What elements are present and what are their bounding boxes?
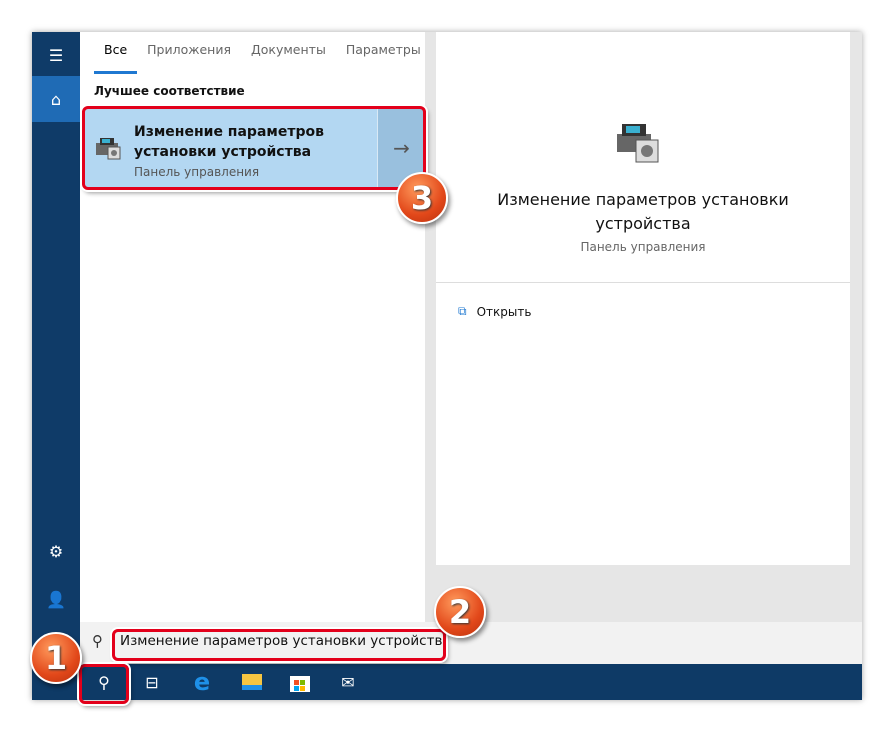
hamburger-icon[interactable]: ☰	[32, 32, 80, 78]
device-installation-large-icon	[614, 120, 664, 170]
edge-icon[interactable]: e	[178, 664, 226, 700]
settings-icon[interactable]: ⚙	[32, 528, 80, 574]
preview-title: Изменение параметров установки устройств…	[497, 190, 789, 233]
annotation-box-result	[82, 106, 426, 190]
store-icon[interactable]	[276, 664, 324, 700]
task-view-icon[interactable]: ⊟	[128, 664, 176, 700]
tabs: Все Приложения Документы Параметры	[80, 32, 425, 74]
sidebar: ☰ ⌂ ⚙ 👤	[32, 32, 80, 664]
annotation-badge-2: 2	[434, 586, 486, 638]
tab-documents[interactable]: Документы	[241, 32, 336, 74]
taskbar: ⚲ ⊟ e ✉	[32, 664, 862, 700]
open-icon: ⧉	[458, 304, 467, 318]
file-explorer-icon[interactable]	[228, 664, 276, 700]
annotation-box-search	[112, 629, 446, 661]
search-icon: ⚲	[92, 632, 103, 650]
home-icon[interactable]: ⌂	[32, 76, 80, 122]
annotation-badge-1: 1	[30, 632, 82, 684]
annotation-badge-3: 3	[396, 172, 448, 224]
mail-icon[interactable]: ✉	[324, 664, 372, 700]
preview-subtitle: Панель управления	[580, 240, 706, 254]
preview-pane: Изменение параметров установки устройств…	[436, 32, 850, 565]
tab-settings[interactable]: Параметры	[336, 32, 431, 74]
tab-all[interactable]: Все	[94, 32, 138, 74]
feedback-icon[interactable]: 👤	[32, 576, 80, 622]
annotation-box-search-button	[79, 664, 129, 704]
tab-apps[interactable]: Приложения	[137, 32, 241, 74]
best-match-header: Лучшее соответствие	[94, 84, 245, 98]
divider	[436, 282, 850, 283]
open-action[interactable]: ⧉ Открыть	[458, 304, 531, 319]
open-label: Открыть	[476, 304, 532, 319]
